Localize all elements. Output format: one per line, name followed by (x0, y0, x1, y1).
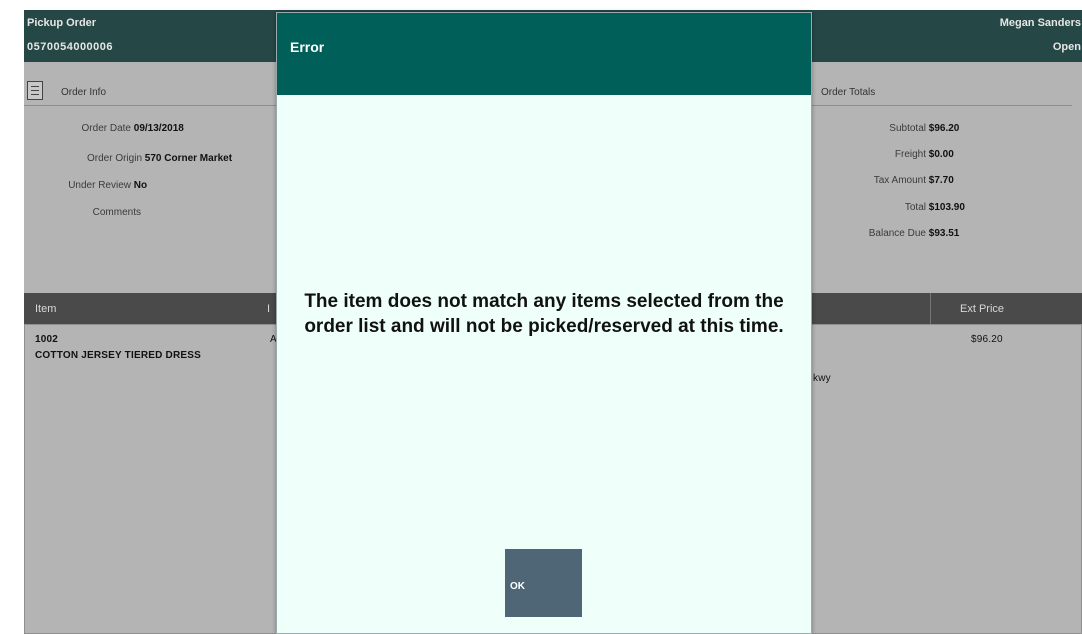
user-name: Megan Sanders (999, 17, 1081, 29)
column-header-partial: I (267, 303, 271, 315)
freight-label: Freight (894, 149, 926, 160)
order-date-field: Order Date 09/13/2018 (24, 123, 184, 134)
column-separator (930, 293, 931, 324)
ok-button[interactable]: OK (505, 549, 582, 617)
tax-amount-label: Tax Amount (873, 175, 926, 186)
balance-due-label: Balance Due (868, 228, 926, 239)
balance-due-value: $93.51 (928, 228, 960, 239)
tax-amount-value: $7.70 (928, 175, 954, 186)
order-totals-divider (812, 105, 1072, 106)
item-description: COTTON JERSEY TIERED DRESS (35, 350, 201, 361)
under-review-field: Under Review No (24, 180, 147, 191)
total-label: Total (904, 202, 926, 213)
order-totals-heading: Order Totals (821, 87, 876, 98)
order-status: Open (1052, 41, 1081, 53)
under-review-value: No (133, 180, 148, 191)
subtotal-field: Subtotal $96.20 (812, 123, 959, 134)
item-ext-price: $96.20 (971, 334, 1003, 345)
column-header-ext-price: Ext Price (960, 303, 1005, 315)
freight-field: Freight $0.00 (812, 149, 954, 160)
balance-due-field: Balance Due $93.51 (812, 228, 960, 239)
order-date-label: Order Date (81, 123, 131, 134)
error-dialog: Error The item does not match any items … (276, 12, 812, 634)
column-header-item: Item (35, 303, 57, 315)
app-window: Pickup Order 0570054000006 Megan Sanders… (0, 0, 1082, 634)
page-title: Pickup Order (27, 17, 97, 29)
comments-field: Comments (24, 207, 141, 218)
item-id: 1002 (35, 334, 59, 345)
order-date-value: 09/13/2018 (133, 123, 184, 134)
error-dialog-title: Error (290, 39, 325, 55)
order-info-divider (24, 105, 276, 106)
total-field: Total $103.90 (812, 202, 965, 213)
order-number: 0570054000006 (27, 41, 114, 53)
freight-value: $0.00 (928, 149, 954, 160)
under-review-label: Under Review (68, 180, 131, 191)
order-info-heading: Order Info (61, 87, 107, 98)
error-message: The item does not match any items select… (304, 291, 784, 337)
comments-label: Comments (92, 207, 141, 218)
order-origin-value: 570 Corner Market (144, 153, 233, 164)
subtotal-value: $96.20 (928, 123, 960, 134)
tax-amount-field: Tax Amount $7.70 (812, 175, 954, 186)
total-value: $103.90 (928, 202, 965, 213)
subtotal-label: Subtotal (889, 123, 926, 134)
order-origin-label: Order Origin (86, 153, 142, 164)
error-dialog-header: Error (277, 13, 811, 95)
order-origin-field: Order Origin 570 Corner Market (24, 153, 232, 164)
document-icon (27, 81, 43, 100)
item-address-fragment: kwy (813, 373, 831, 384)
